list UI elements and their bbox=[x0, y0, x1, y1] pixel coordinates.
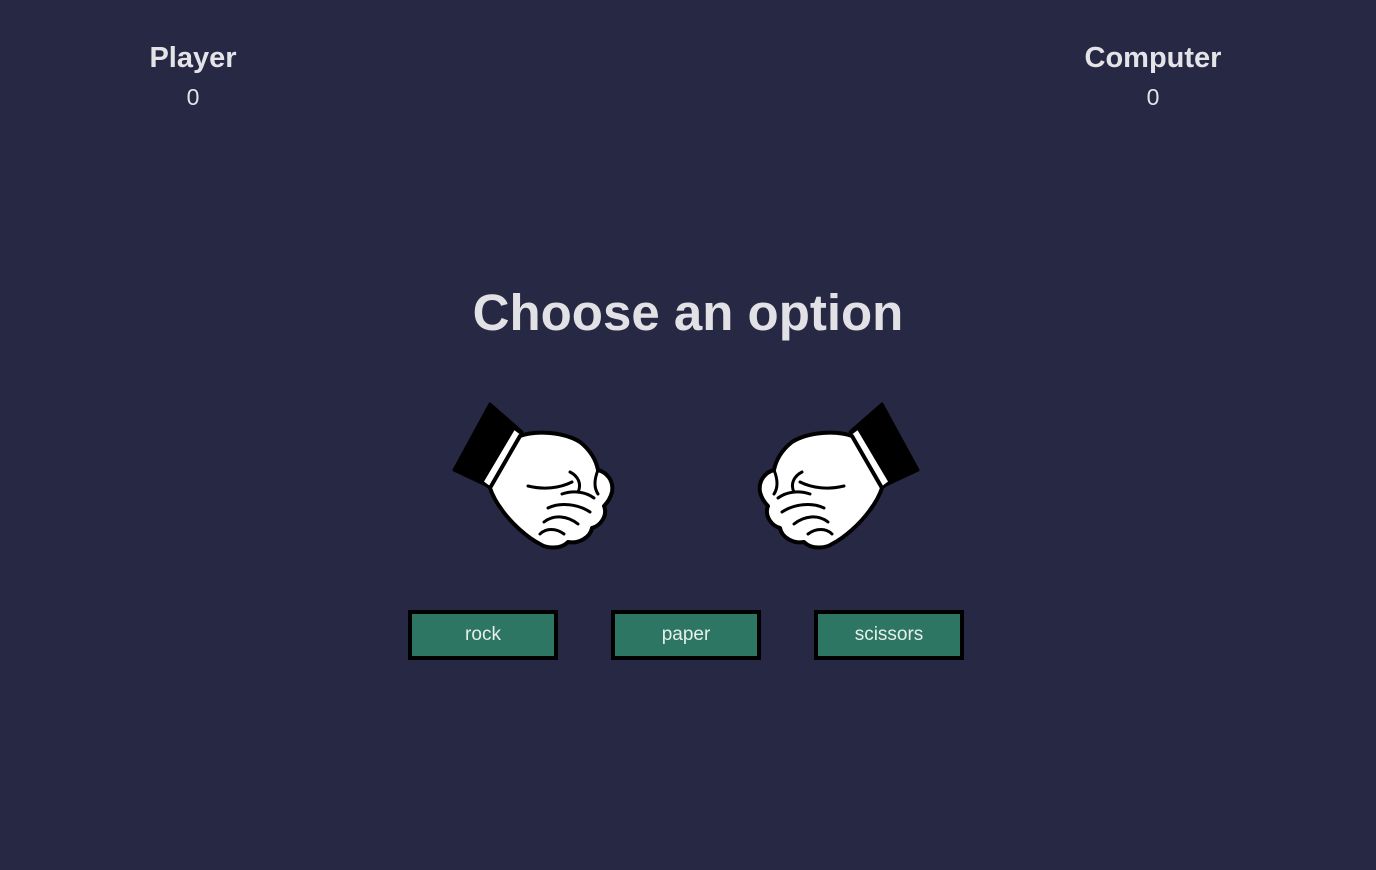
computer-score-panel: Computer 0 bbox=[1033, 40, 1273, 112]
player-score-panel: Player 0 bbox=[73, 40, 313, 112]
prompt-heading: Choose an option bbox=[472, 284, 904, 341]
paper-button[interactable]: paper bbox=[611, 610, 761, 660]
player-label: Player bbox=[149, 42, 237, 74]
player-score: 0 bbox=[186, 84, 200, 110]
computer-score: 0 bbox=[1146, 84, 1160, 110]
scissors-button[interactable]: scissors bbox=[814, 610, 964, 660]
computer-label: Computer bbox=[1084, 42, 1222, 74]
player-hand-fist-icon bbox=[448, 398, 618, 554]
rock-button[interactable]: rock bbox=[408, 610, 558, 660]
computer-hand-fist-icon bbox=[754, 398, 924, 554]
